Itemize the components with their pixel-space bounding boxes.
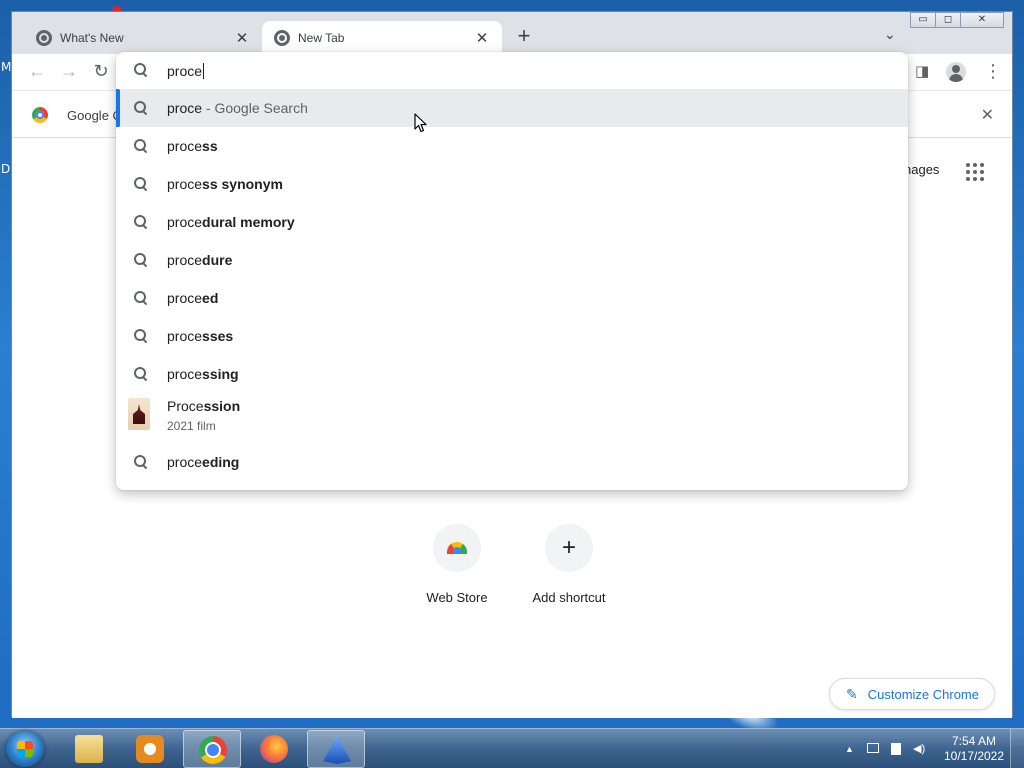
start-button[interactable] bbox=[6, 731, 44, 767]
entity-thumbnail-icon bbox=[128, 398, 150, 430]
search-icon bbox=[134, 455, 148, 469]
pencil-icon: ✎ bbox=[846, 685, 858, 702]
taskbar-chrome[interactable] bbox=[183, 730, 241, 768]
google-apps-icon[interactable] bbox=[966, 163, 984, 181]
reload-button[interactable]: ↻ bbox=[90, 61, 112, 81]
customize-label: Customize Chrome bbox=[867, 686, 979, 702]
tab-new-tab[interactable]: New Tab ✕ bbox=[262, 21, 502, 54]
infobar-close-icon[interactable]: ✕ bbox=[981, 105, 994, 125]
media-player-icon bbox=[136, 735, 164, 763]
back-button[interactable]: ← bbox=[26, 61, 48, 81]
show-desktop-button[interactable] bbox=[1010, 729, 1024, 768]
tab-title: What's New bbox=[60, 30, 124, 45]
search-icon bbox=[134, 367, 148, 381]
close-window-button[interactable]: ✕ bbox=[960, 12, 1004, 28]
tab-title: New Tab bbox=[298, 30, 345, 45]
suggestion-row[interactable]: proce - Google Search bbox=[116, 89, 908, 127]
suggestion-row[interactable]: proceeding bbox=[116, 443, 908, 481]
address-bar-text: proce bbox=[167, 63, 205, 79]
text-caret bbox=[203, 63, 205, 79]
shortcut-label: Web Store bbox=[426, 590, 488, 605]
suggestion-text: proceed bbox=[167, 290, 219, 306]
minimize-button[interactable]: ▭ bbox=[910, 12, 936, 28]
suggestion-text: procedural memory bbox=[167, 214, 295, 230]
plus-icon: + bbox=[561, 534, 576, 561]
images-link[interactable]: nages bbox=[904, 162, 939, 177]
suggestion-text: proce - Google Search bbox=[167, 100, 308, 116]
shortcut-tile bbox=[433, 524, 481, 572]
tab-search-icon[interactable]: ⌄ bbox=[884, 26, 896, 43]
suggestion-row[interactable]: Procession 2021 film bbox=[116, 393, 908, 439]
search-icon bbox=[134, 177, 148, 191]
suggestion-row[interactable]: proceed bbox=[116, 279, 908, 317]
suggestion-text: process bbox=[167, 138, 218, 154]
address-bar-input[interactable]: proce bbox=[116, 52, 908, 89]
taskbar-firefox[interactable] bbox=[245, 730, 303, 768]
suggestion-text: process synonym bbox=[167, 176, 283, 192]
profile-avatar[interactable] bbox=[946, 62, 966, 82]
suggestion-row[interactable]: processes bbox=[116, 317, 908, 355]
suggestion-description: 2021 film bbox=[167, 419, 216, 433]
clock-date: 10/17/2022 bbox=[943, 749, 1005, 763]
suggestion-row[interactable]: processing bbox=[116, 355, 908, 393]
volume-icon[interactable]: ◀) bbox=[913, 743, 927, 755]
shortcut-add[interactable]: + Add shortcut bbox=[521, 524, 617, 605]
firefox-icon bbox=[260, 735, 288, 763]
tab-whats-new[interactable]: What's New ✕ bbox=[24, 21, 262, 54]
taskbar-app[interactable] bbox=[307, 730, 365, 768]
google-chrome-icon bbox=[32, 107, 48, 123]
system-tray: ▲ ◀) 7:54 AM 10/17/2022 bbox=[843, 729, 1024, 768]
suggestion-text: Procession bbox=[167, 398, 241, 414]
window-controls: ▭ ◻ ✕ bbox=[910, 12, 1004, 28]
search-icon bbox=[134, 215, 148, 229]
side-panel-icon[interactable]: ◨ bbox=[915, 62, 929, 80]
menu-icon[interactable]: ⋮ bbox=[984, 62, 1002, 80]
title-bar: What's New ✕ New Tab ✕ + ⌄ ▭ ◻ ✕ bbox=[12, 12, 1012, 54]
shortcut-web-store[interactable]: Web Store bbox=[409, 524, 505, 605]
search-icon bbox=[134, 291, 148, 305]
customize-chrome-button[interactable]: ✎ Customize Chrome bbox=[829, 678, 995, 710]
mouse-cursor-icon bbox=[414, 113, 427, 133]
tab-close-icon[interactable]: ✕ bbox=[234, 29, 250, 47]
search-icon bbox=[134, 329, 148, 343]
suggestion-row[interactable]: procedural memory bbox=[116, 203, 908, 241]
desktop-icon-label: M bbox=[1, 60, 12, 74]
chrome-favicon-icon bbox=[274, 29, 290, 46]
shortcut-tile: + bbox=[545, 524, 593, 572]
new-tab-button[interactable]: + bbox=[512, 25, 536, 47]
suggestion-text: processing bbox=[167, 366, 239, 382]
windows-taskbar: ▲ ◀) 7:54 AM 10/17/2022 bbox=[0, 728, 1024, 768]
suggestion-text: processes bbox=[167, 328, 234, 344]
forward-button[interactable]: → bbox=[58, 61, 80, 81]
show-hidden-icons-icon[interactable]: ▲ bbox=[845, 743, 859, 755]
network-icon[interactable] bbox=[867, 743, 879, 753]
clock[interactable]: 7:54 AM 10/17/2022 bbox=[939, 734, 1009, 764]
suggestion-row[interactable]: procedure bbox=[116, 241, 908, 279]
clock-time: 7:54 AM bbox=[951, 734, 997, 748]
omnibox-dropdown: proce proce - Google Search process proces… bbox=[116, 52, 908, 490]
suggestion-text: proceeding bbox=[167, 454, 240, 470]
infobar-text: Google C bbox=[67, 108, 122, 123]
web-store-icon bbox=[447, 542, 467, 554]
search-icon bbox=[134, 139, 148, 153]
search-icon bbox=[134, 253, 148, 267]
shortcut-label: Add shortcut bbox=[532, 590, 606, 605]
chrome-icon bbox=[199, 736, 227, 764]
desktop-icon-label: D bbox=[1, 162, 11, 176]
folder-icon bbox=[75, 735, 103, 763]
taskbar-windows-explorer[interactable] bbox=[60, 730, 118, 768]
suggestion-row[interactable]: process synonym bbox=[116, 165, 908, 203]
action-center-icon[interactable] bbox=[891, 743, 901, 755]
suggestion-text: procedure bbox=[167, 252, 233, 268]
chrome-favicon-icon bbox=[36, 29, 52, 46]
search-icon bbox=[134, 101, 148, 115]
app-icon bbox=[323, 736, 351, 764]
tab-close-icon[interactable]: ✕ bbox=[474, 29, 490, 47]
suggestion-row[interactable]: process bbox=[116, 127, 908, 165]
maximize-button[interactable]: ◻ bbox=[935, 12, 961, 28]
taskbar-media-player[interactable] bbox=[121, 730, 179, 768]
search-icon bbox=[134, 63, 148, 77]
